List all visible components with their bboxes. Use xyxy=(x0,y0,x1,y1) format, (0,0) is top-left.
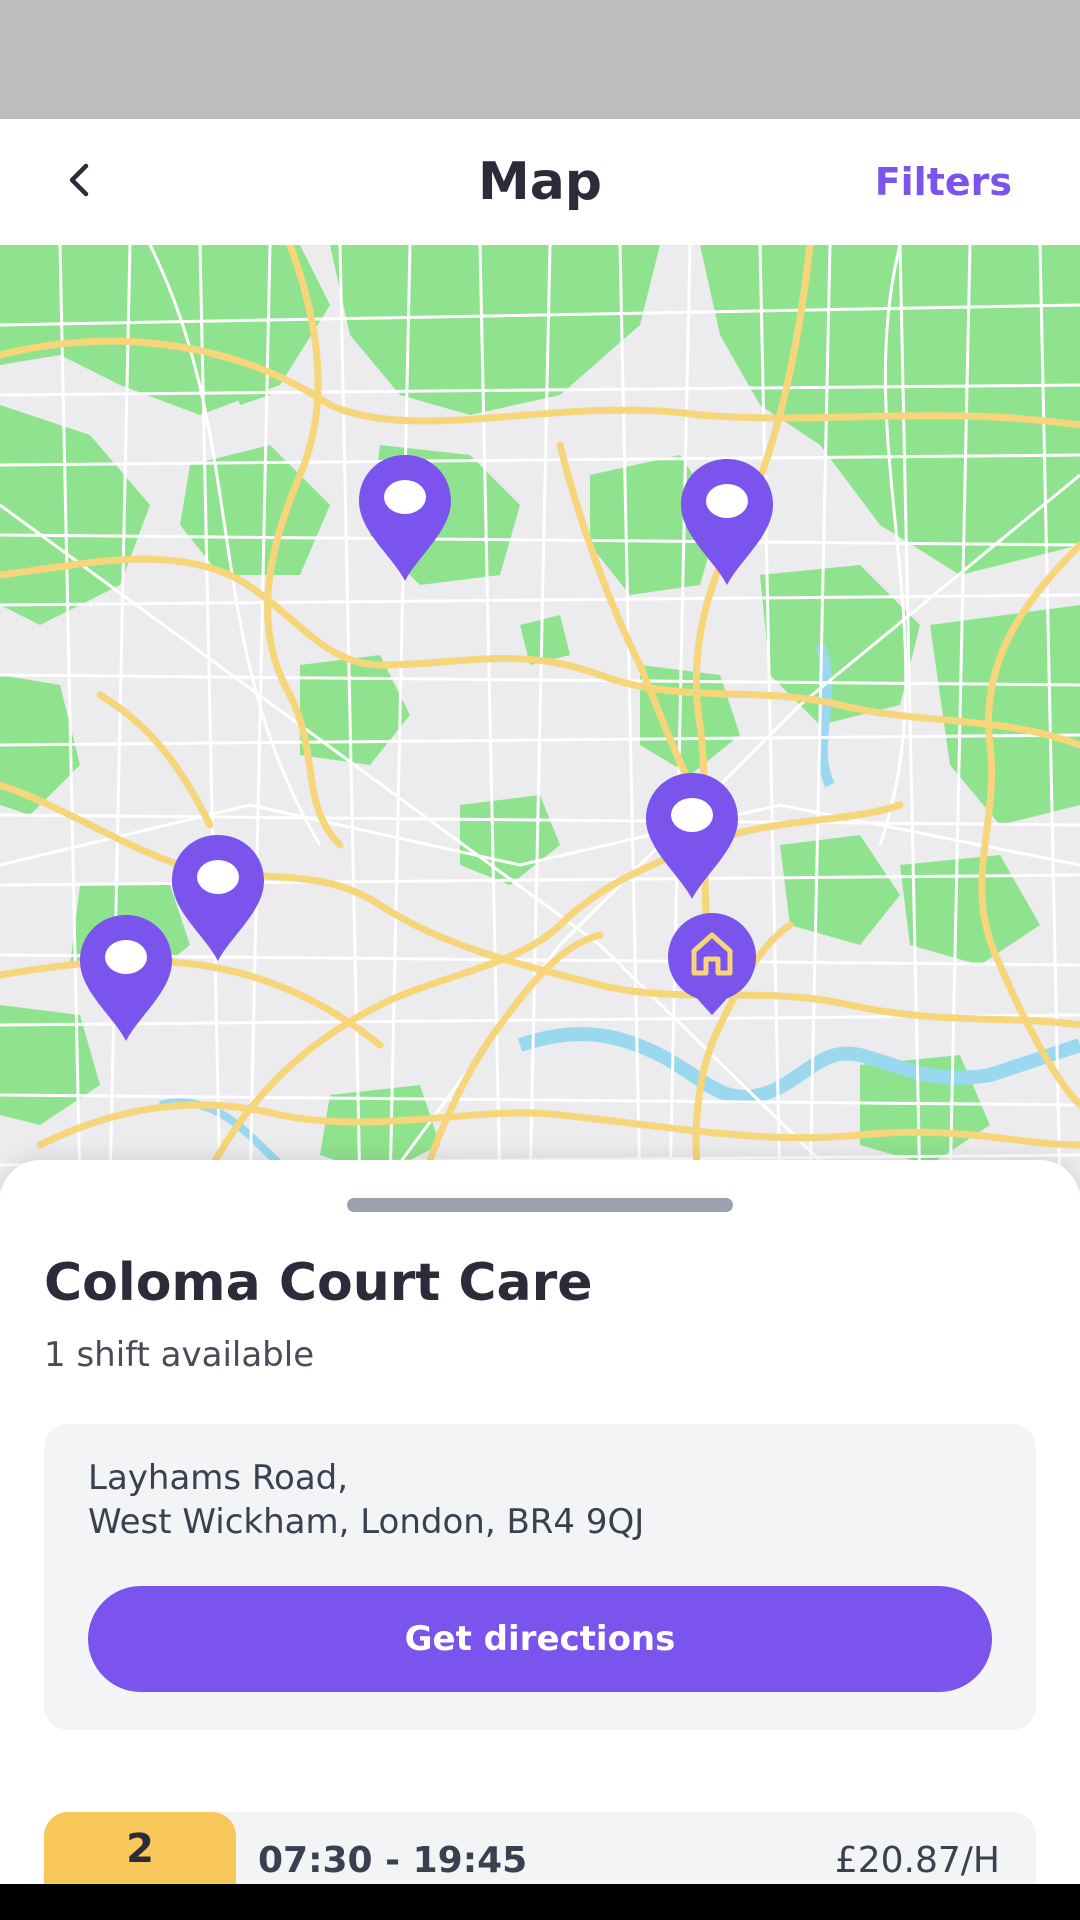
header: Map Filters xyxy=(0,119,1080,245)
date-day: 2 xyxy=(126,1826,154,1872)
get-directions-button[interactable]: Get directions xyxy=(88,1586,992,1692)
filters-button[interactable]: Filters xyxy=(875,157,1012,207)
bottom-sheet: Coloma Court Care 1 shift available Layh… xyxy=(0,1160,1080,1920)
place-name: Coloma Court Care xyxy=(44,1253,593,1313)
address-card: Layhams Road, West Wickham, London, BR4 … xyxy=(44,1424,1036,1730)
drag-handle[interactable] xyxy=(347,1198,733,1212)
map-canvas[interactable] xyxy=(0,245,1080,1190)
map-view[interactable] xyxy=(0,245,1080,1190)
address-line1: Layhams Road, xyxy=(88,1458,349,1498)
status-bar xyxy=(0,0,1080,119)
shift-count: 1 shift available xyxy=(44,1335,315,1375)
shift-rate: £20.87/H xyxy=(834,1840,1000,1881)
shift-time: 07:30 - 19:45 xyxy=(258,1840,528,1881)
address-line2: West Wickham, London, BR4 9QJ xyxy=(88,1502,645,1542)
navigation-bar xyxy=(0,1884,1080,1920)
